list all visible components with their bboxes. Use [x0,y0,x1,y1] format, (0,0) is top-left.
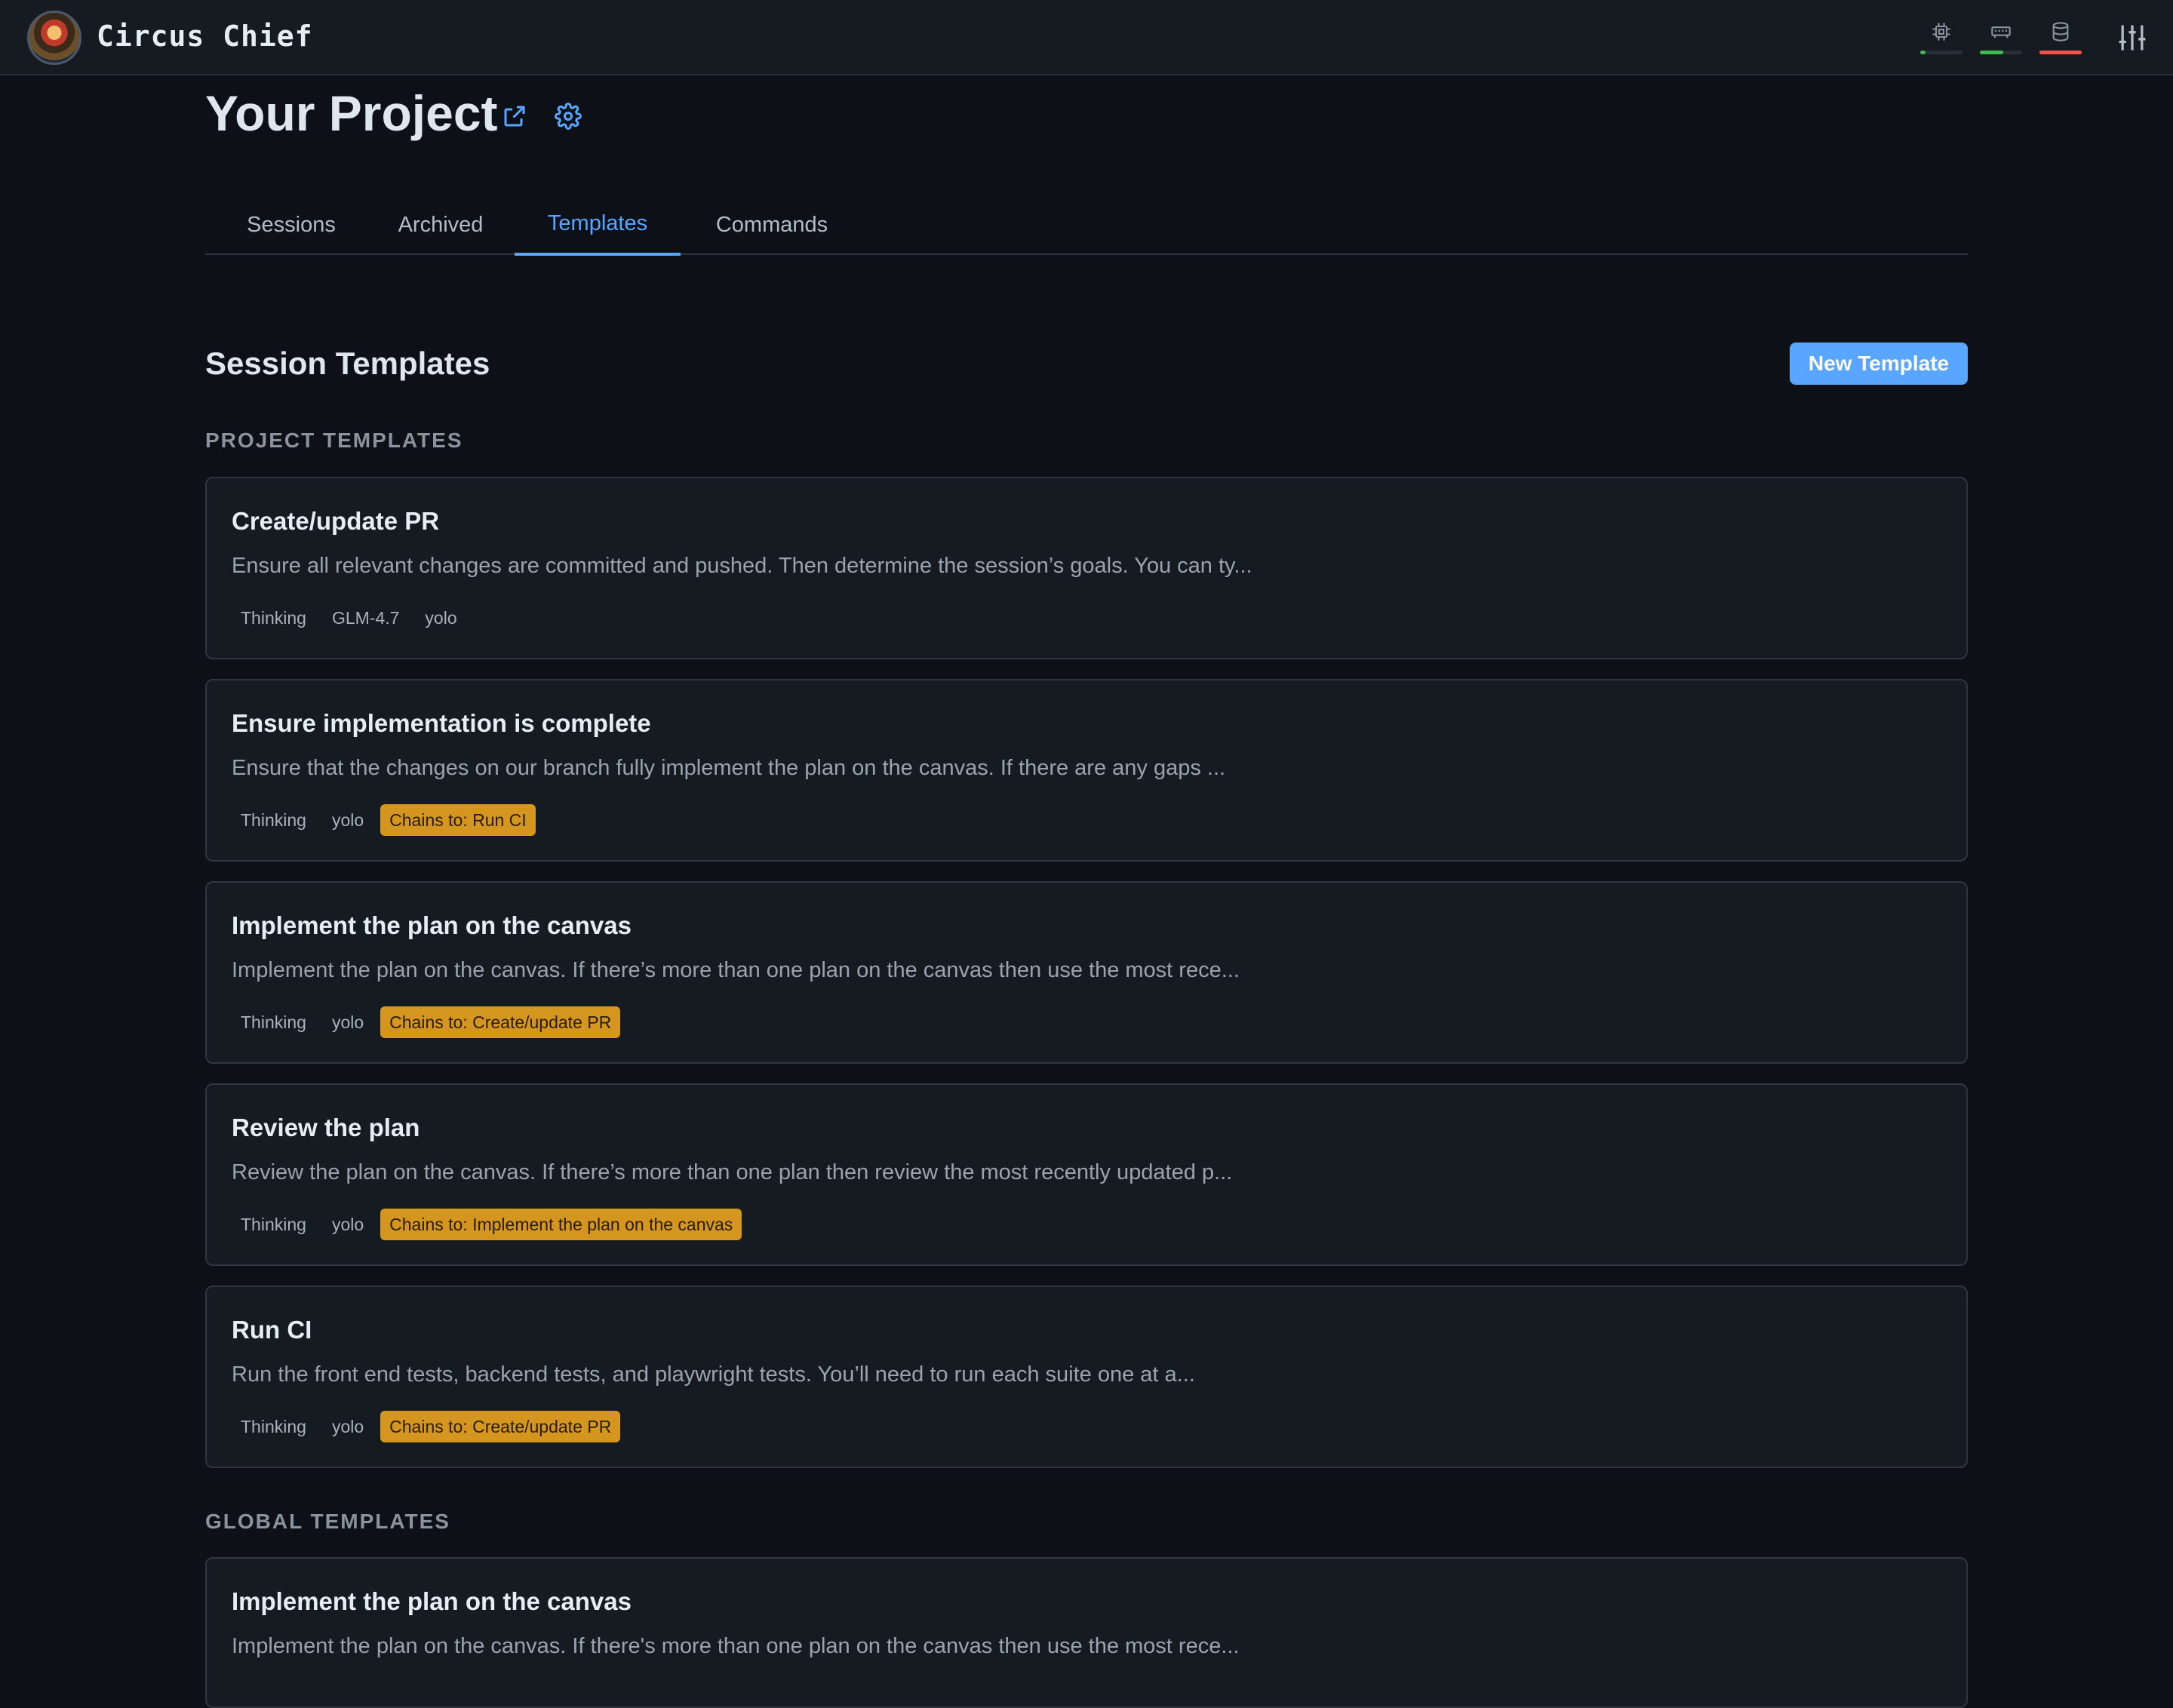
permission-badge: yolo [331,1012,364,1032]
tab-commands[interactable]: Commands [688,195,856,255]
template-title: Create/update PR [232,507,440,535]
cpu-level-bar [1920,51,1926,54]
sliders-icon [2119,25,2146,51]
template-description: Implement the plan on the canvas. If the… [232,1634,1240,1658]
database-level-bar [2039,51,2082,54]
project-settings-button[interactable] [555,103,582,130]
template-badges: Thinking yolo Chains to: Create/update P… [232,1411,621,1442]
global-templates-heading: GLOBAL TEMPLATES [205,1510,450,1533]
chain-badge: Chains to: Run CI [380,804,536,836]
database-icon [2052,22,2069,41]
permission-badge: yolo [331,810,364,830]
template-description: Review the plan on the canvas. If there’… [232,1160,1233,1184]
chain-badge: Chains to: Implement the plan on the can… [380,1209,742,1240]
template-card[interactable]: Create/update PR Ensure all relevant cha… [205,477,1968,659]
template-badges: Thinking yolo Chains to: Run CI [232,804,536,836]
cpu-icon [1932,23,1950,41]
external-link-icon [504,106,525,127]
template-card[interactable]: Run CI Run the front end tests, backend … [205,1286,1968,1468]
mode-badge: Thinking [241,608,306,628]
model-badge: GLM-4.7 [331,608,400,628]
adjustments-button[interactable] [2116,21,2149,54]
project-title: Your Project [205,85,498,141]
chain-badge: Chains to: Create/update PR [380,1411,621,1442]
mode-badge: Thinking [241,1215,306,1234]
mode-badge: Thinking [241,1012,306,1032]
template-card[interactable]: Implement the plan on the canvas Impleme… [205,881,1968,1064]
memory-icon [1991,26,2011,38]
project-templates-heading: PROJECT TEMPLATES [205,429,463,452]
template-badges: Thinking yolo Chains to: Create/update P… [232,1006,621,1038]
open-external-button[interactable] [501,103,528,130]
template-title: Review the plan [232,1114,420,1141]
mode-badge: Thinking [241,810,306,830]
memory-level-bar [1980,51,2003,54]
permission-badge: yolo [425,608,457,628]
template-title: Ensure implementation is complete [232,709,651,737]
template-title: Implement the plan on the canvas [232,1587,632,1615]
template-badges: Thinking GLM-4.7 yolo [232,602,466,634]
app-logo[interactable] [27,11,81,65]
cpu-indicator[interactable] [1920,20,1962,54]
template-card[interactable]: Review the plan Review the plan on the c… [205,1083,1968,1266]
app-title[interactable]: Circus Chief [97,20,313,53]
chain-badge: Chains to: Create/update PR [380,1006,621,1038]
tab-sessions[interactable]: Sessions [205,195,377,255]
top-bar: Circus Chief [0,0,2173,75]
template-description: Ensure that the changes on our branch fu… [232,756,1226,780]
template-description: Run the front end tests, backend tests, … [232,1362,1195,1387]
tab-archived[interactable]: Archived [377,195,504,255]
template-description: Ensure all relevant changes are committe… [232,554,1252,578]
memory-indicator[interactable] [1980,20,2022,54]
template-card[interactable]: Implement the plan on the canvas Impleme… [205,1557,1968,1708]
section-title: Session Templates [205,346,490,381]
template-description: Implement the plan on the canvas. If the… [232,958,1240,982]
tab-bar: Sessions Archived Templates Commands [205,195,1968,256]
template-card[interactable]: Ensure implementation is complete Ensure… [205,679,1968,862]
permission-badge: yolo [331,1215,364,1234]
template-title: Implement the plan on the canvas [232,911,632,939]
new-template-button[interactable]: New Template [1790,343,1968,385]
mode-badge: Thinking [241,1417,306,1436]
tab-templates[interactable]: Templates [515,195,681,256]
template-title: Run CI [232,1316,312,1344]
gear-icon [555,103,582,130]
template-badges: Thinking yolo Chains to: Implement the p… [232,1209,742,1240]
database-indicator[interactable] [2039,20,2082,54]
permission-badge: yolo [331,1417,364,1436]
